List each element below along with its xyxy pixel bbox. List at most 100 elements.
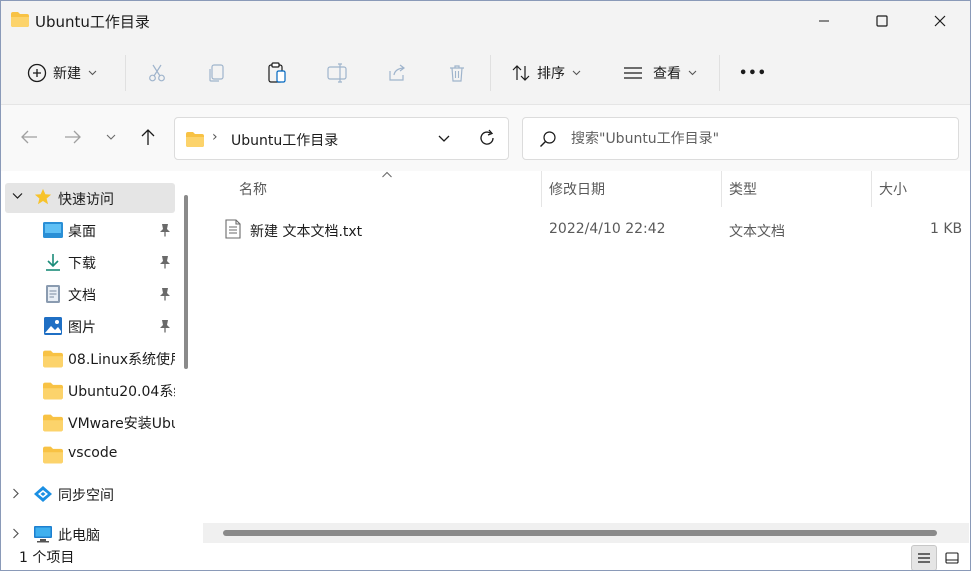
chevron-down-icon: [88, 70, 97, 76]
recent-locations-button[interactable]: [99, 125, 123, 149]
minimize-button[interactable]: [797, 1, 851, 41]
desktop-icon: [43, 222, 63, 238]
nav-scrollbar-thumb[interactable]: [184, 195, 188, 369]
up-button[interactable]: [136, 125, 160, 149]
sort-icon: [512, 65, 530, 81]
nav-quick-access[interactable]: 快速访问: [5, 183, 175, 213]
more-options-button[interactable]: •••: [739, 55, 767, 91]
cut-button[interactable]: [147, 55, 167, 91]
toolbar-divider: [490, 55, 491, 91]
chevron-down-icon: [12, 193, 23, 199]
sort-label: 排序: [537, 66, 565, 82]
maximize-button[interactable]: [855, 1, 909, 41]
chevron-down-icon: [572, 70, 581, 76]
column-divider[interactable]: [721, 171, 722, 207]
file-size: 1 KB: [930, 221, 963, 237]
preview-view-button[interactable]: [939, 545, 965, 570]
folder-icon: [186, 132, 204, 147]
nav-sync-space[interactable]: 同步空间: [5, 479, 175, 509]
pin-icon[interactable]: [159, 319, 171, 333]
file-row[interactable]: 新建 文本文档.txt 2022/4/10 22:42 文本文档 1 KB: [217, 217, 970, 243]
search-icon: [540, 131, 556, 147]
search-box[interactable]: [522, 117, 959, 160]
rename-button[interactable]: [327, 55, 349, 91]
nav-this-pc-label: 此电脑: [58, 528, 100, 543]
horizontal-scrollbar-thumb[interactable]: [223, 530, 937, 536]
arrow-up-icon: [141, 129, 155, 145]
title-bar: Ubuntu工作目录: [1, 1, 970, 41]
more-icon: •••: [739, 65, 767, 81]
refresh-icon[interactable]: [477, 128, 497, 148]
column-divider[interactable]: [871, 171, 872, 207]
pin-icon[interactable]: [159, 223, 171, 237]
copy-icon: [209, 64, 224, 82]
chevron-down-icon: [106, 134, 116, 140]
nav-item-documents[interactable]: 文档: [5, 279, 175, 309]
document-icon: [46, 285, 60, 303]
column-header-modified[interactable]: 修改日期: [549, 179, 605, 199]
nav-item-label: 文档: [68, 288, 96, 304]
sort-ascending-icon: [382, 171, 392, 178]
nav-item-folder[interactable]: VMware安装Ubuntu: [5, 407, 175, 437]
column-header-size[interactable]: 大小: [879, 179, 907, 199]
chevron-right-icon: [13, 488, 19, 499]
column-header-type[interactable]: 类型: [729, 179, 757, 199]
sync-space-icon: [34, 486, 52, 502]
view-icon: [624, 67, 642, 79]
nav-item-desktop[interactable]: 桌面: [5, 215, 175, 245]
nav-item-downloads[interactable]: 下载: [5, 247, 175, 277]
clipboard-icon: [268, 62, 286, 83]
pin-icon[interactable]: [159, 287, 171, 301]
paste-button[interactable]: [267, 55, 287, 91]
nav-this-pc[interactable]: 此电脑: [5, 519, 175, 543]
scissors-icon: [149, 64, 165, 82]
copy-button[interactable]: [207, 55, 227, 91]
details-view-button[interactable]: [911, 545, 937, 570]
file-explorer-window: Ubuntu工作目录 新建 排序 查看 ••• › Ubuntu工作目录 搜索"…: [0, 0, 971, 571]
delete-button[interactable]: [447, 55, 467, 91]
nav-item-label: Ubuntu20.04系统: [68, 384, 175, 400]
nav-item-label: 桌面: [68, 224, 96, 240]
new-label: 新建: [53, 66, 81, 82]
back-button[interactable]: [17, 125, 41, 149]
nav-item-folder[interactable]: Ubuntu20.04系统: [5, 375, 175, 405]
pin-icon[interactable]: [159, 255, 171, 269]
picture-icon: [44, 317, 62, 335]
window-title: Ubuntu工作目录: [35, 13, 150, 31]
column-divider[interactable]: [541, 171, 542, 207]
arrow-left-icon: [21, 130, 37, 144]
star-icon: [34, 188, 52, 205]
file-modified: 2022/4/10 22:42: [549, 221, 666, 237]
navigation-pane: 快速访问 桌面 下载 文档 图片 08.Linux系统使用 Ubuntu20.0…: [1, 171, 196, 543]
command-bar: 新建 排序 查看 •••: [1, 41, 970, 105]
download-icon: [46, 254, 60, 271]
forward-button[interactable]: [61, 125, 85, 149]
address-bar[interactable]: › Ubuntu工作目录: [174, 117, 509, 160]
maximize-icon: [876, 15, 888, 27]
text-file-icon: [225, 219, 241, 239]
plus-circle-icon: [27, 63, 47, 83]
nav-sync-label: 同步空间: [58, 488, 114, 504]
search-input[interactable]: [571, 128, 941, 150]
folder-icon: [43, 382, 63, 400]
nav-item-label: VMware安装Ubuntu: [68, 416, 175, 432]
file-list: 名称 修改日期 类型 大小 新建 文本文档.txt 2022/4/10 22:4…: [197, 171, 970, 543]
close-button[interactable]: [913, 1, 967, 41]
nav-item-label: vscode: [68, 445, 118, 461]
chevron-down-icon[interactable]: [437, 132, 451, 146]
view-button[interactable]: 查看: [623, 55, 697, 91]
new-button[interactable]: 新建: [27, 55, 97, 91]
sort-button[interactable]: 排序: [511, 55, 581, 91]
status-bar: 1 个项目: [1, 543, 970, 570]
breadcrumb-current[interactable]: Ubuntu工作目录: [231, 130, 338, 150]
share-button[interactable]: [387, 55, 407, 91]
column-header-name[interactable]: 名称: [239, 179, 267, 199]
toolbar-divider: [719, 55, 720, 91]
nav-quick-access-label: 快速访问: [58, 192, 114, 208]
nav-item-folder[interactable]: vscode: [5, 439, 175, 469]
view-label: 查看: [653, 66, 681, 82]
nav-item-pictures[interactable]: 图片: [5, 311, 175, 341]
nav-item-folder[interactable]: 08.Linux系统使用: [5, 343, 175, 373]
rename-icon: [327, 63, 347, 83]
folder-icon: [43, 446, 63, 464]
